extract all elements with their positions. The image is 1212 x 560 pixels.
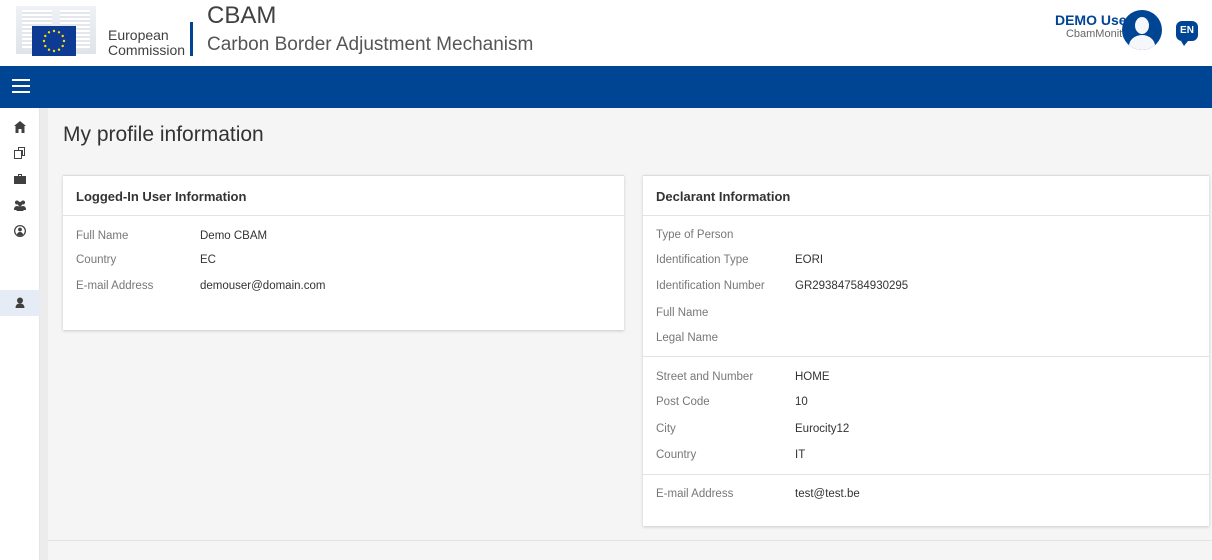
section-divider: [643, 356, 1209, 357]
detail-label: Full Name: [656, 307, 709, 319]
card-title: Logged-In User Information: [63, 176, 624, 216]
organisation-name-line1: European: [108, 27, 169, 43]
detail-value: test@test.be: [795, 488, 860, 500]
users-icon: [14, 200, 26, 211]
title-divider: [190, 22, 193, 56]
sidebar-item-briefcase[interactable]: [0, 166, 40, 192]
logged-in-user-card: Logged-In User Information Full Name Dem…: [63, 175, 624, 330]
detail-label: Country: [76, 254, 117, 266]
app-subtitle: Carbon Border Adjustment Mechanism: [207, 34, 534, 55]
user-info[interactable]: DEMO User CbamMonitor: [1054, 12, 1132, 41]
detail-value: EORI: [795, 254, 824, 266]
detail-label: Country: [656, 449, 697, 461]
sidebar-item-profile[interactable]: [0, 290, 40, 316]
detail-value: demouser@domain.com: [200, 280, 326, 292]
sidebar-item-documents[interactable]: [0, 140, 40, 166]
detail-label: Legal Name: [656, 332, 719, 344]
detail-label: Type of Person: [656, 229, 734, 241]
detail-label: Full Name: [76, 230, 129, 242]
briefcase-icon: [14, 174, 26, 184]
avatar-head: [1135, 17, 1149, 34]
avatar[interactable]: [1122, 10, 1162, 50]
organisation-name-line2: Commission: [108, 42, 186, 58]
home-icon: [14, 121, 26, 133]
detail-label: City: [656, 423, 676, 435]
detail-label: Identification Type: [656, 254, 749, 266]
detail-value: EC: [200, 254, 216, 266]
user-icon: [15, 297, 25, 308]
detail-label: Street and Number: [656, 371, 754, 383]
detail-value: GR293847584930295: [795, 280, 909, 292]
app-title: CBAM: [207, 2, 277, 29]
user-circle-icon: [14, 225, 27, 237]
top-navbar: [0, 66, 1212, 108]
detail-value: Eurocity12: [795, 423, 850, 435]
user-role: CbamMonitor: [1065, 28, 1132, 40]
detail-label: Identification Number: [656, 280, 765, 292]
detail-value: IT: [795, 449, 806, 461]
organisation-name: European Commission: [108, 28, 185, 58]
user-name: DEMO User: [1054, 12, 1132, 28]
header: European Commission CBAM Carbon Border A…: [0, 0, 1212, 66]
sidebar-item-user-circle[interactable]: [0, 218, 40, 244]
footer-divider: [48, 540, 1212, 541]
detail-value: 10: [795, 396, 808, 408]
card-title: Declarant Information: [643, 176, 1209, 216]
detail-value: Demo CBAM: [200, 230, 268, 242]
sidebar-item-home[interactable]: [0, 114, 40, 140]
language-selector[interactable]: EN: [1176, 21, 1198, 46]
documents-icon: [14, 147, 25, 159]
declarant-info-card: Declarant Information Type of Person Ide…: [643, 175, 1209, 526]
side-rail: [0, 108, 40, 560]
eu-flag-icon: [32, 26, 76, 56]
avatar-body: [1129, 35, 1155, 50]
detail-label: Post Code: [656, 396, 710, 408]
menu-icon[interactable]: [12, 79, 30, 95]
side-rail-scrollbar[interactable]: [40, 108, 48, 560]
detail-value: HOME: [795, 371, 830, 383]
european-commission-logo[interactable]: European Commission: [16, 6, 186, 58]
sidebar-item-users[interactable]: [0, 192, 40, 218]
section-divider: [643, 474, 1209, 475]
detail-label: E-mail Address: [656, 488, 734, 500]
page-title: My profile information: [63, 123, 264, 146]
detail-label: E-mail Address: [76, 280, 154, 292]
